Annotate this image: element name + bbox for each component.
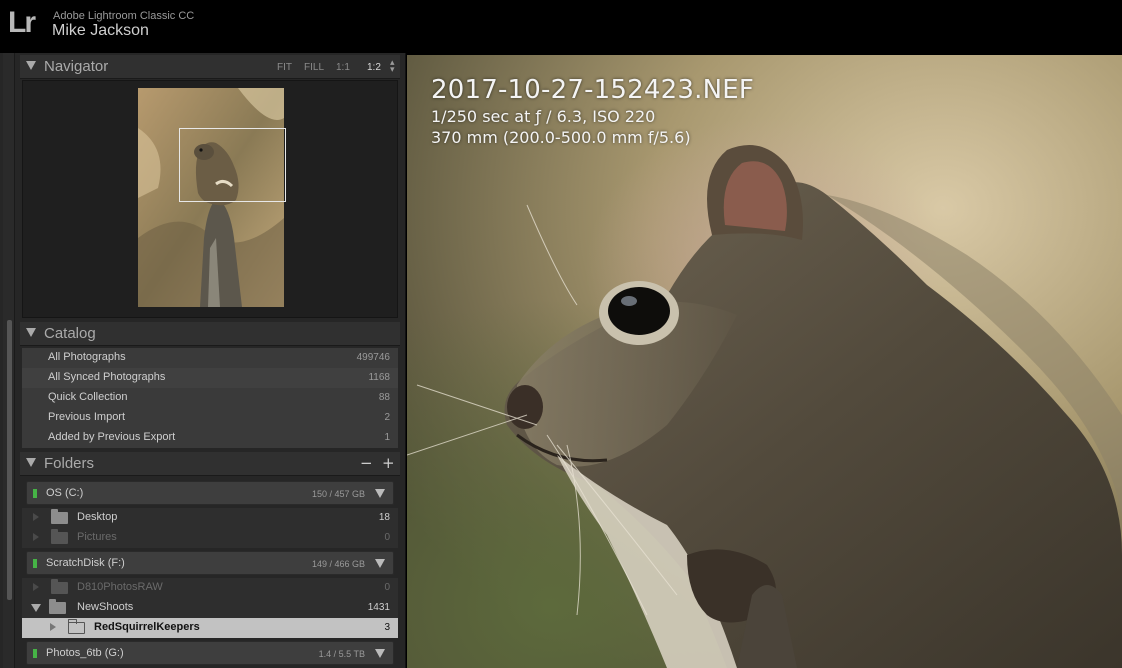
folder-count: 3 (384, 622, 390, 633)
lightroom-logo: Lr (8, 6, 36, 39)
folder-count: 1431 (367, 602, 390, 613)
disclosure-triangle-icon[interactable] (50, 623, 56, 631)
folders-header[interactable]: Folders − + (20, 452, 400, 476)
remove-folder-button[interactable]: − (360, 454, 373, 472)
photo-filename: 2017-10-27-152423.NEF (431, 75, 755, 105)
photo-info-overlay: 2017-10-27-152423.NEF 1/250 sec at ƒ / 6… (431, 75, 754, 147)
loupe-view[interactable]: 2017-10-27-152423.NEF 1/250 sec at ƒ / 6… (407, 55, 1122, 668)
folder-name: Desktop (77, 511, 118, 523)
catalog-item-label: All Synced Photographs (48, 371, 166, 383)
folder-name: Pictures (77, 531, 117, 543)
volume-photos-6tb-g[interactable]: Photos_6tb (G:) 1.4 / 5.5 TB (26, 641, 394, 665)
folder-name: RedSquirrelKeepers (94, 621, 200, 633)
app-name: Adobe Lightroom Classic CC (53, 10, 195, 22)
navigator-header[interactable]: Navigator FIT FILL 1:1 1:2 ▴ ▾ (20, 55, 400, 79)
catalog-item-count: 1 (384, 432, 390, 443)
disclosure-triangle-open-icon[interactable] (31, 604, 41, 612)
identity-plate: Lr Adobe Lightroom Classic CC Mike Jacks… (0, 0, 1122, 53)
volume-status-led-icon (33, 559, 37, 568)
navigator-preview[interactable] (22, 80, 398, 318)
volume-size: 149 / 466 GB (311, 559, 365, 569)
folder-row-desktop[interactable]: Desktop 18 (22, 508, 398, 528)
navigator-title: Navigator (44, 58, 109, 75)
zoom-1-2-button[interactable]: 1:2 (367, 62, 381, 73)
lightroom-window: Lr Adobe Lightroom Classic CC Mike Jacks… (0, 0, 1122, 668)
catalog-item-label: Previous Import (48, 411, 126, 423)
catalog-item-label: Added by Previous Export (48, 431, 176, 443)
folder-icon (68, 619, 85, 634)
volume-menu-triangle-icon[interactable] (375, 559, 385, 568)
catalog-item-quick-collection[interactable]: Quick Collection 88 (22, 388, 398, 408)
zoom-fit-button[interactable]: FIT (277, 62, 292, 73)
folder-row-redsquirrelkeepers[interactable]: RedSquirrelKeepers 3 (22, 618, 398, 638)
collapse-triangle-icon[interactable] (26, 61, 36, 70)
catalog-item-all-synced[interactable]: All Synced Photographs 1168 (22, 368, 398, 388)
volume-menu-triangle-icon[interactable] (375, 649, 385, 658)
volume-scratchdisk-f[interactable]: ScratchDisk (F:) 149 / 466 GB (26, 551, 394, 575)
folder-icon (51, 509, 68, 524)
add-folder-button[interactable]: + (382, 454, 395, 472)
folder-icon (51, 579, 68, 594)
catalog-item-previous-import[interactable]: Previous Import 2 (22, 408, 398, 428)
folder-count: 0 (384, 532, 390, 543)
catalog-item-count: 499746 (356, 352, 390, 363)
volume-name: OS (C:) (46, 487, 84, 499)
folder-count: 0 (384, 582, 390, 593)
navigator-zoom-frame[interactable] (179, 128, 286, 202)
volume-size: 150 / 457 GB (311, 489, 365, 499)
folder-count: 18 (378, 512, 390, 523)
folder-row-d810photosraw[interactable]: D810PhotosRAW 0 (22, 578, 398, 598)
disclosure-triangle-icon[interactable] (33, 583, 39, 591)
catalog-item-count: 1168 (368, 372, 390, 383)
volume-status-led-icon (33, 489, 37, 498)
catalog-item-all-photographs[interactable]: All Photographs 499746 (22, 348, 398, 368)
zoom-1-1-button[interactable]: 1:1 (336, 62, 350, 73)
volume-name: Photos_6tb (G:) (46, 647, 124, 659)
volume-os-c[interactable]: OS (C:) 150 / 457 GB (26, 481, 394, 505)
volume-name: ScratchDisk (F:) (46, 557, 125, 569)
folder-row-pictures[interactable]: Pictures 0 (22, 528, 398, 548)
folder-icon (51, 529, 68, 544)
photo-exposure: 1/250 sec at ƒ / 6.3, ISO 220 (431, 107, 656, 126)
catalog-item-label: Quick Collection (48, 391, 128, 403)
zoom-fill-button[interactable]: FILL (304, 62, 324, 73)
catalog-list: All Photographs 499746 All Synced Photog… (22, 348, 398, 448)
catalog-item-added-by-previous-export[interactable]: Added by Previous Export 1 (22, 428, 398, 448)
folders-title: Folders (44, 455, 95, 472)
zoom-stepper-icon[interactable]: ▴ ▾ (390, 59, 395, 75)
catalog-item-count: 2 (384, 412, 390, 423)
user-name: Mike Jackson (52, 22, 149, 39)
folder-row-newshoots[interactable]: NewShoots 1431 (22, 598, 398, 618)
collapse-triangle-icon[interactable] (26, 328, 36, 337)
collapse-triangle-icon[interactable] (26, 458, 36, 467)
photo-lens: 370 mm (200.0-500.0 mm f/5.6) (431, 128, 691, 147)
catalog-item-count: 88 (378, 392, 390, 403)
folder-icon (49, 599, 66, 614)
volume-status-led-icon (33, 649, 37, 658)
volume-menu-triangle-icon[interactable] (375, 489, 385, 498)
folder-name: NewShoots (77, 601, 134, 613)
scrollbar-thumb[interactable] (7, 320, 12, 600)
catalog-header[interactable]: Catalog (20, 322, 400, 346)
catalog-item-label: All Photographs (48, 351, 126, 363)
disclosure-triangle-icon[interactable] (33, 533, 39, 541)
disclosure-triangle-icon[interactable] (33, 513, 39, 521)
volume-size: 1.4 / 5.5 TB (318, 649, 365, 659)
folder-name: D810PhotosRAW (77, 581, 163, 593)
catalog-title: Catalog (44, 325, 96, 342)
